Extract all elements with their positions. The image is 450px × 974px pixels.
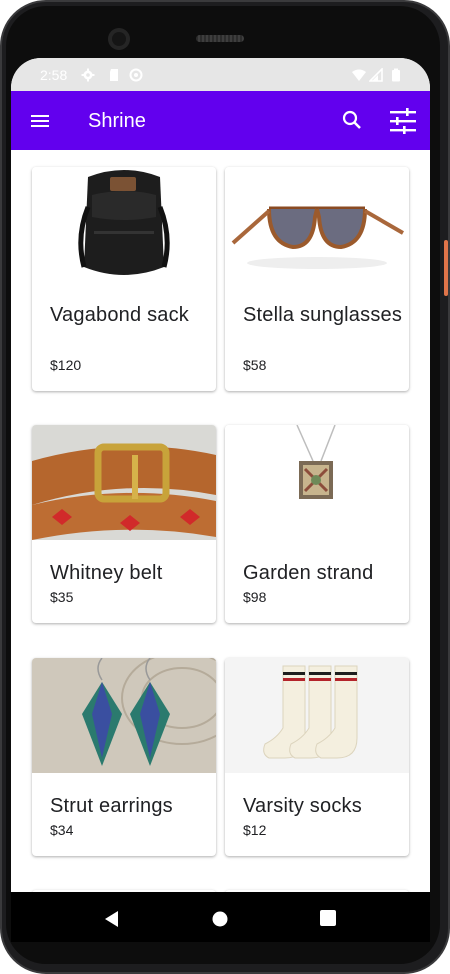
product-price: $120 <box>50 357 82 373</box>
product-card-garden-strand[interactable]: Garden strand $98 <box>225 425 409 623</box>
app-title: Shrine <box>88 110 146 132</box>
product-card-strut-earrings[interactable]: Strut earrings $34 <box>32 658 216 856</box>
product-title: Vagabond sack <box>50 304 189 326</box>
product-title: Varsity socks <box>243 795 362 817</box>
status-time: 2:58 <box>40 67 68 83</box>
search-icon[interactable] <box>339 107 365 133</box>
sd-card-icon <box>110 69 118 81</box>
product-price: $35 <box>50 589 74 605</box>
top-app-bar: Shrine <box>11 91 430 150</box>
product-image-sunglasses <box>225 167 409 282</box>
home-icon[interactable] <box>211 910 229 928</box>
settings-icon <box>81 68 95 82</box>
product-image-earrings <box>32 658 216 773</box>
product-title: Stella sunglasses <box>243 304 403 326</box>
battery-icon <box>392 68 400 82</box>
product-card-stella-sunglasses[interactable]: Stella sunglasses $58 <box>225 167 409 391</box>
wifi-icon <box>352 69 366 81</box>
product-card-varsity-socks[interactable]: Varsity socks $12 <box>225 658 409 856</box>
front-camera <box>108 28 130 50</box>
product-image-belt <box>32 425 216 540</box>
product-card-vagabond-sack[interactable]: Vagabond sack $120 <box>32 167 216 391</box>
screen: 2:58 Shrine Vagabond sack $120 Stella su… <box>11 58 430 892</box>
product-grid: Vagabond sack $120 Stella sunglasses $58… <box>11 150 430 892</box>
filter-icon[interactable] <box>387 105 419 137</box>
product-title: Whitney belt <box>50 562 163 584</box>
system-nav-bar <box>11 892 430 942</box>
back-icon[interactable] <box>103 910 121 928</box>
status-bar: 2:58 <box>11 58 430 91</box>
product-image-backpack <box>32 167 216 282</box>
recents-icon[interactable] <box>320 910 336 926</box>
product-title: Strut earrings <box>50 795 173 817</box>
sync-icon <box>129 68 143 82</box>
product-card-whitney-belt[interactable]: Whitney belt $35 <box>32 425 216 623</box>
product-price: $12 <box>243 822 267 838</box>
product-image-necklace <box>225 425 409 540</box>
product-title: Garden strand <box>243 562 374 584</box>
product-price: $58 <box>243 357 267 373</box>
power-button[interactable] <box>444 240 448 296</box>
menu-icon[interactable] <box>25 108 55 134</box>
earpiece-speaker <box>196 35 244 42</box>
product-image-socks <box>225 658 409 773</box>
product-price: $98 <box>243 589 267 605</box>
device: 2:58 Shrine Vagabond sack $120 Stella su… <box>0 0 450 974</box>
product-price: $34 <box>50 822 74 838</box>
signal-icon <box>369 68 383 82</box>
